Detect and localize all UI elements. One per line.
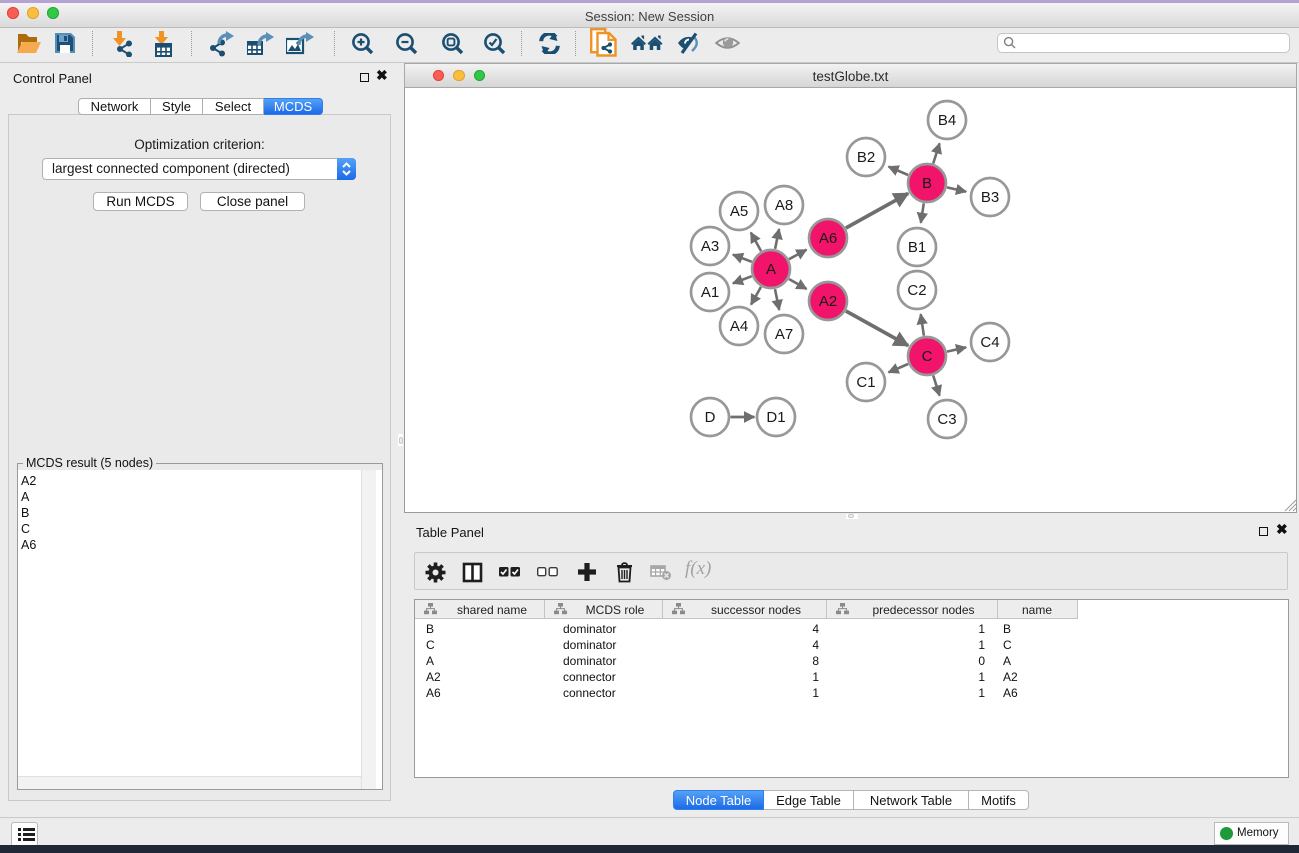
svg-text:A1: A1 bbox=[701, 284, 719, 301]
svg-text:A2: A2 bbox=[819, 293, 837, 310]
svg-text:C2: C2 bbox=[907, 282, 926, 299]
svg-text:C1: C1 bbox=[856, 374, 875, 391]
svg-text:A3: A3 bbox=[701, 238, 719, 255]
svg-text:B1: B1 bbox=[908, 239, 926, 256]
svg-text:D: D bbox=[705, 409, 716, 426]
svg-text:A: A bbox=[766, 261, 776, 278]
svg-text:C4: C4 bbox=[980, 334, 999, 351]
svg-text:B2: B2 bbox=[857, 149, 875, 166]
svg-text:A8: A8 bbox=[775, 197, 793, 214]
svg-text:A7: A7 bbox=[775, 326, 793, 343]
svg-text:D1: D1 bbox=[766, 409, 785, 426]
svg-text:A6: A6 bbox=[819, 230, 837, 247]
svg-text:C: C bbox=[922, 348, 933, 365]
svg-text:B4: B4 bbox=[938, 112, 956, 129]
svg-text:C3: C3 bbox=[937, 411, 956, 428]
svg-text:A5: A5 bbox=[730, 203, 748, 220]
svg-text:B: B bbox=[922, 175, 932, 192]
svg-text:A4: A4 bbox=[730, 318, 748, 335]
svg-text:B3: B3 bbox=[981, 189, 999, 206]
